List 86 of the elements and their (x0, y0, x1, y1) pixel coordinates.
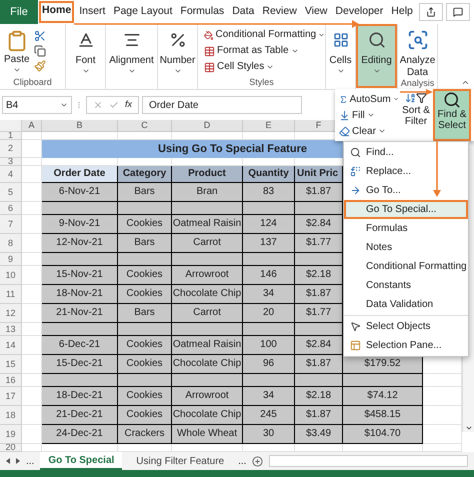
table-cell: Arrowroot (172, 266, 243, 285)
table-cell: Chocolate Chip (172, 406, 243, 425)
table-cell: Oatmeal Raisin (172, 215, 243, 234)
table-cell: 15-Dec-21 (42, 355, 118, 374)
table-cell: Bars (118, 234, 172, 253)
table-cell: $104.70 (343, 425, 423, 444)
table-cell: $2.84 (295, 336, 343, 355)
row-number: 16 (0, 374, 22, 387)
table-cell: $2.18 (295, 266, 343, 285)
table-cell: Crackers (118, 425, 172, 444)
table-cell: $2.18 (295, 387, 343, 406)
row-number: 17 (0, 387, 22, 406)
table-cell: 20 (243, 304, 295, 323)
row-number: 2 (0, 140, 22, 158)
table-cell: $1.87 (295, 406, 343, 425)
table-cell: Cookies (118, 336, 172, 355)
table-cell: $1.77 (295, 234, 343, 253)
group-label: Analysis (400, 79, 434, 88)
table-cell: Chocolate Chip (172, 285, 243, 304)
table-cell: Chocolate Chip (172, 355, 243, 374)
table-cell: 6-Dec-21 (42, 336, 118, 355)
row-number: 8 (0, 234, 22, 253)
group-label: Clipboard (13, 78, 52, 87)
table-cell: 6-Nov-21 (42, 183, 118, 202)
table-cell: 137 (243, 234, 295, 253)
table-cell: Cookies (118, 355, 172, 374)
table-cell: Cookies (118, 285, 172, 304)
row-number: 18 (0, 406, 22, 425)
table-cell: Carrot (172, 304, 243, 323)
row-number: 19 (0, 425, 22, 444)
table-cell: 30 (243, 425, 295, 444)
row-number: 4 (0, 166, 22, 183)
table-cell: Cookies (118, 215, 172, 234)
table-cell: $458.15 (343, 406, 423, 425)
row-number: 13 (0, 323, 22, 336)
table-cell: 124 (243, 215, 295, 234)
group-label: Styles (249, 78, 274, 87)
row-number: 1 (0, 132, 22, 140)
column-heading: Product (172, 166, 243, 183)
column-heading: Quantity (243, 166, 295, 183)
table-cell: 34 (243, 387, 295, 406)
column-heading: Unit Pric (295, 166, 343, 183)
table-cell: Bran (172, 183, 243, 202)
column-heading: Order Date (42, 166, 118, 183)
table-cell: Cookies (118, 406, 172, 425)
table-cell: 18-Nov-21 (42, 285, 118, 304)
table-cell: $1.87 (295, 355, 343, 374)
table-cell: $1.87 (295, 285, 343, 304)
table-cell: 100 (243, 336, 295, 355)
table-cell: $1.87 (295, 183, 343, 202)
table-cell: $74.12 (343, 387, 423, 406)
column-heading: Category (118, 166, 172, 183)
table-cell: 34 (243, 285, 295, 304)
table-cell: 21-Dec-21 (42, 406, 118, 425)
table-cell: 15-Nov-21 (42, 266, 118, 285)
row-number: 15 (0, 355, 22, 374)
table-cell: $3.49 (295, 425, 343, 444)
table-cell: 24-Dec-21 (42, 425, 118, 444)
row-number: 12 (0, 304, 22, 323)
row-number: 6 (0, 202, 22, 215)
table-cell: 12-Nov-21 (42, 234, 118, 253)
table-cell: Oatmeal Raisin (172, 336, 243, 355)
row-number: 9 (0, 253, 22, 266)
row-number: 5 (0, 183, 22, 202)
table-cell: 146 (243, 266, 295, 285)
table-cell: Whole Wheat (172, 425, 243, 444)
table-cell: Carrot (172, 234, 243, 253)
row-number: 3 (0, 158, 22, 166)
row-number: 10 (0, 266, 22, 285)
table-cell: 245 (243, 406, 295, 425)
table-cell: 9-Nov-21 (42, 215, 118, 234)
table-cell: $2.84 (295, 215, 343, 234)
row-number: 20 (0, 444, 22, 452)
table-cell: $1.77 (295, 304, 343, 323)
row-number: 7 (0, 215, 22, 234)
table-cell: 21-Nov-21 (42, 304, 118, 323)
table-cell: Bars (118, 304, 172, 323)
row-number: 14 (0, 336, 22, 355)
table-cell: 18-Dec-21 (42, 387, 118, 406)
table-cell: Arrowroot (172, 387, 243, 406)
table-cell: 96 (243, 355, 295, 374)
table-cell: Cookies (118, 387, 172, 406)
table-cell: Cookies (118, 266, 172, 285)
row-number: 11 (0, 285, 22, 304)
table-cell: 83 (243, 183, 295, 202)
table-cell: Bars (118, 183, 172, 202)
